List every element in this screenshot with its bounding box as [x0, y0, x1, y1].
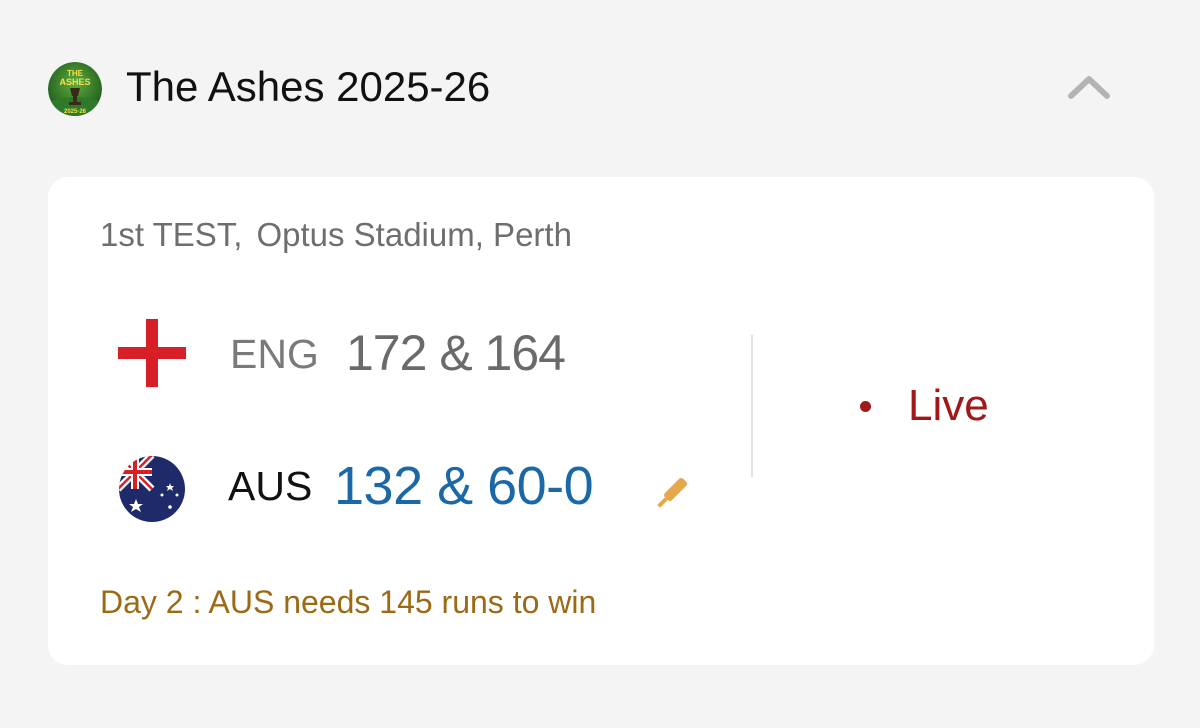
match-info: 1st TEST, Optus Stadium, Perth — [100, 215, 572, 255]
live-label: Live — [908, 381, 989, 430]
logo-text-ashes: ASHES — [59, 77, 90, 87]
team-score: 132 & 60-0 — [334, 456, 594, 516]
team-code: ENG — [230, 331, 319, 377]
match-status-text: Day 2 : AUS needs 145 runs to win — [100, 584, 597, 620]
logo-text-year: 2025-26 — [64, 109, 87, 115]
series-title: The Ashes 2025-26 — [126, 63, 491, 110]
team-code: AUS — [228, 463, 313, 509]
chevron-up-icon — [1068, 76, 1110, 99]
venue-label: Optus Stadium, Perth — [256, 216, 572, 253]
test-label: 1st TEST, — [100, 216, 243, 253]
team-row-aus: AUS 132 & 60-0 — [114, 449, 754, 529]
divider — [751, 335, 753, 477]
england-flag-icon — [118, 319, 186, 387]
series-header[interactable]: THE ASHES 2025-26 The Ashes 2025-26 — [0, 0, 1200, 175]
collapse-button[interactable] — [1062, 66, 1116, 110]
live-dot-icon — [860, 401, 871, 412]
team-score: 172 & 164 — [346, 325, 566, 381]
australia-flag-icon — [118, 455, 186, 523]
match-card[interactable]: 1st TEST, Optus Stadium, Perth ENG 172 & … — [48, 177, 1154, 665]
team-row-eng: ENG 172 & 164 — [114, 313, 754, 393]
ashes-series-logo: THE ASHES 2025-26 — [48, 62, 102, 116]
cricket-bat-icon — [650, 471, 694, 515]
